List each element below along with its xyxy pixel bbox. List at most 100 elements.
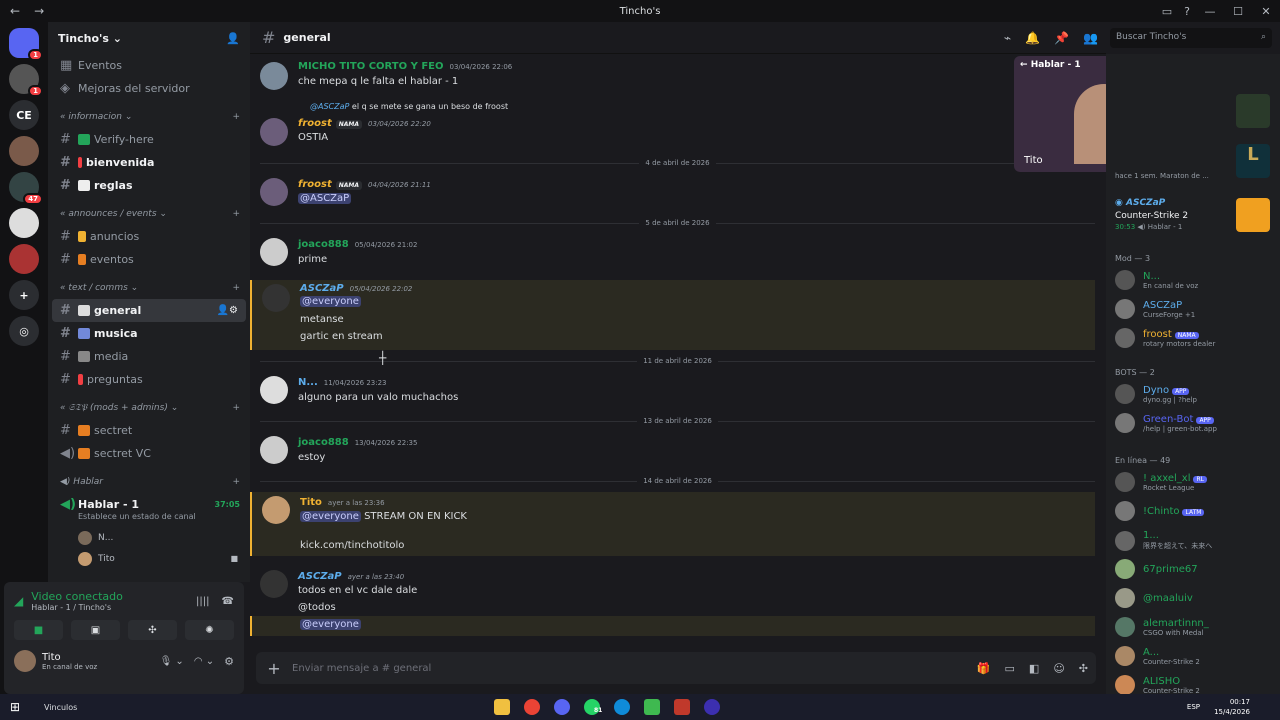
- add-server-icon[interactable]: +: [9, 280, 39, 310]
- exclamation-icon: [78, 157, 82, 168]
- server-icon[interactable]: [9, 244, 39, 274]
- help-icon[interactable]: ?: [1184, 5, 1190, 18]
- close-button[interactable]: ✕: [1252, 5, 1280, 18]
- voice-user[interactable]: N...: [48, 527, 250, 548]
- add-member-icon[interactable]: 👤: [226, 32, 240, 45]
- member-item[interactable]: N... En canal de voz: [1115, 270, 1280, 290]
- signal-icon: ◢: [14, 594, 24, 608]
- member-item[interactable]: ALISHO Counter-Strike 2: [1115, 675, 1280, 694]
- channel-general[interactable]: # general 👤⚙: [52, 299, 246, 322]
- activities-button[interactable]: ✣: [128, 620, 177, 640]
- members-icon[interactable]: 👥: [1083, 31, 1098, 45]
- avatar[interactable]: [14, 650, 36, 672]
- server-icon[interactable]: 1: [9, 64, 43, 97]
- soundboard-button[interactable]: ✺: [185, 620, 234, 640]
- add-attachment-icon[interactable]: +: [256, 659, 292, 678]
- channel-secret[interactable]: # sectret: [48, 419, 250, 442]
- app-icon[interactable]: [674, 699, 690, 715]
- search-input[interactable]: Buscar Tincho's ⌕: [1110, 28, 1272, 48]
- server-icon[interactable]: 1: [9, 28, 43, 61]
- category-staff[interactable]: « 𝔖𝔗𝔓 (mods + admins) ⌄ +: [48, 397, 250, 419]
- member-item[interactable]: 67prime67: [1115, 559, 1280, 579]
- gift-icon[interactable]: 🎁: [977, 662, 991, 675]
- bell-icon[interactable]: 🔔: [1025, 31, 1040, 45]
- whatsapp-icon[interactable]: 81: [584, 699, 602, 715]
- maximize-button[interactable]: ☐: [1224, 5, 1252, 18]
- member-item[interactable]: Green-Bot APP/help | green-bot.app: [1115, 413, 1280, 433]
- mic-icon[interactable]: 🎙 ⌄: [160, 656, 184, 667]
- minimize-button[interactable]: —: [1196, 5, 1224, 18]
- guild-header[interactable]: Tincho's ⌄ 👤: [48, 22, 250, 54]
- folder-icon[interactable]: [494, 699, 510, 715]
- taskbar-search[interactable]: Vinculos: [44, 703, 77, 712]
- category-info[interactable]: « informacion ⌄ +: [48, 106, 250, 128]
- disconnect-icon[interactable]: ☎: [222, 596, 234, 607]
- author[interactable]: joaco888 05/04/2026 21:02: [298, 239, 417, 250]
- sticker-icon[interactable]: ◧: [1029, 662, 1039, 675]
- author[interactable]: MICHO TITO CORTO Y FEO 03/04/2026 22:06: [298, 61, 512, 72]
- channel-anuncios[interactable]: # anuncios: [48, 225, 250, 248]
- avatar: [1115, 384, 1135, 404]
- threads-icon[interactable]: ⌁: [1004, 31, 1011, 45]
- discover-icon[interactable]: ◎: [9, 316, 39, 346]
- server-icon[interactable]: [9, 136, 39, 166]
- headset-icon[interactable]: ◠ ⌄: [194, 656, 214, 667]
- app-icon[interactable]: [644, 699, 660, 715]
- avatar: [260, 376, 288, 404]
- pin-icon[interactable]: 📌: [1054, 31, 1069, 45]
- edge-icon[interactable]: [614, 699, 630, 715]
- author[interactable]: joaco888 13/04/2026 22:35: [298, 437, 417, 448]
- apps-icon[interactable]: ✣: [1079, 662, 1088, 675]
- member-item[interactable]: @maaluiv: [1115, 588, 1280, 608]
- settings-gear-icon[interactable]: ⚙: [224, 655, 234, 668]
- channel-preguntas[interactable]: # preguntas: [48, 368, 250, 391]
- message-input[interactable]: + Enviar mensaje a # general 🎁 ▭ ◧ ☺ ✣: [256, 652, 1096, 684]
- member-item[interactable]: !Chinto LATM: [1115, 501, 1280, 521]
- notification-badge: 1: [28, 85, 43, 97]
- chrome-icon[interactable]: [524, 699, 540, 715]
- member-item[interactable]: alemartinnn_ CSGO with Medal: [1115, 617, 1280, 637]
- voice-user[interactable]: Tito ■: [48, 548, 250, 569]
- author[interactable]: froost NAMA 04/04/2026 21:11: [298, 179, 431, 190]
- member-item[interactable]: ASCZaP CurseForge +1: [1115, 299, 1280, 319]
- discord-icon[interactable]: [554, 699, 570, 715]
- member-item[interactable]: Dyno APP dyno.gg | ?help: [1115, 384, 1280, 404]
- category-announces[interactable]: « announces / events ⌄ +: [48, 203, 250, 225]
- channel-hablar[interactable]: ◀) Hablar - 1 37:05: [48, 493, 250, 516]
- member-item[interactable]: A... Counter-Strike 2: [1115, 646, 1280, 666]
- channel-media[interactable]: # media: [48, 345, 250, 368]
- message-highlighted: @everyone: [250, 616, 1095, 636]
- camera-button[interactable]: ■: [14, 620, 63, 640]
- channel-musica[interactable]: # musica: [48, 322, 250, 345]
- channel-verify[interactable]: # Verify-here: [48, 128, 250, 151]
- boosts-item[interactable]: ◈ Mejoras del servidor: [48, 77, 250, 100]
- member-item[interactable]: froost NAMA rotary motors dealer: [1115, 328, 1280, 348]
- member-item[interactable]: 1... 限界を超えて、未来へ: [1115, 530, 1280, 551]
- channel-secret-vc[interactable]: ◀) sectret VC: [48, 442, 250, 465]
- inbox-icon[interactable]: ▭: [1162, 5, 1172, 18]
- author[interactable]: N... 11/04/2026 23:23: [298, 377, 387, 388]
- link[interactable]: kick.com/tinchotitolo: [300, 540, 404, 551]
- author[interactable]: froost NAMA 03/04/2026 22:20: [298, 118, 431, 129]
- category-voice[interactable]: ◀) Hablar +: [48, 471, 250, 493]
- author[interactable]: Tito ayer a las 23:36: [300, 497, 385, 508]
- clock[interactable]: 00:17 15/4/2026: [1214, 697, 1250, 717]
- search-icon: ⌕: [1260, 32, 1266, 42]
- app-icon[interactable]: [704, 699, 720, 715]
- emoji-icon[interactable]: ☺: [1053, 662, 1064, 675]
- events-item[interactable]: ▦ Eventos: [48, 54, 250, 77]
- channel-reglas[interactable]: # reglas: [48, 174, 250, 197]
- server-icon[interactable]: [9, 208, 39, 238]
- windows-start-icon[interactable]: ⊞: [0, 700, 30, 714]
- noise-icon[interactable]: ||||: [196, 596, 209, 607]
- gif-icon[interactable]: ▭: [1005, 662, 1015, 675]
- member-item[interactable]: ! axxel_xl RL Rocket League: [1115, 472, 1280, 492]
- author[interactable]: ASCZaP 05/04/2026 22:02: [300, 283, 412, 294]
- category-text[interactable]: « text / comms ⌄ +: [48, 277, 250, 299]
- server-icon[interactable]: CE: [9, 100, 39, 130]
- channel-eventos[interactable]: # eventos: [48, 248, 250, 271]
- channel-bienvenida[interactable]: # bienvenida: [48, 151, 250, 174]
- server-icon[interactable]: 47: [9, 172, 43, 205]
- author[interactable]: ASCZaP ayer a las 23:40: [298, 571, 404, 582]
- screenshare-button[interactable]: ▣: [71, 620, 120, 640]
